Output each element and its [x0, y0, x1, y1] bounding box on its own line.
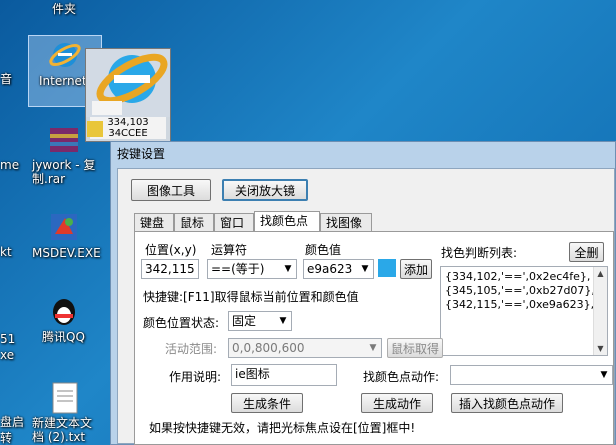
chevron-down-icon: ▼: [279, 316, 287, 326]
operator-select[interactable]: ==(等于) ▼: [207, 259, 297, 279]
text-file-icon: [52, 382, 78, 414]
archive-icon: [50, 128, 78, 152]
find-color-list-label: 找色判断列表:: [441, 246, 518, 260]
chevron-down-icon: ▼: [600, 370, 608, 380]
list-item[interactable]: {334,102,'==',0x2ec4fe},: [445, 270, 603, 284]
desktop-icon-label: jywork - 复 制.rar: [32, 158, 96, 186]
desktop-fragment-label: 盘启: [0, 415, 25, 429]
color-pos-state-select[interactable]: 固定 ▼: [228, 311, 292, 331]
desktop-icon-label: MSDEV.EXE: [32, 246, 101, 260]
desktop-icon-label: 新建文本文 档 (2).txt: [32, 416, 93, 444]
desktop-fragment-label: me: [0, 158, 20, 172]
msdev-exe-icon[interactable]: MSDEV.EXE: [30, 208, 102, 268]
desktop-fragment-label: kt: [0, 245, 12, 259]
list-scrollbar[interactable]: ▲ ▼: [593, 267, 607, 355]
color-pos-state-label: 颜色位置状态:: [143, 316, 220, 330]
msdev-app-icon: [51, 214, 77, 240]
generate-condition-button[interactable]: 生成条件: [231, 393, 303, 413]
desktop-icon-label: 腾讯QQ: [42, 330, 85, 344]
watermark-logo: PHPCMS.CN: [548, 432, 611, 442]
key-settings-window: 按键设置 图像工具 关闭放大镜 键盘 鼠标 窗口 找颜色点 找图像 位置(x,y…: [110, 141, 616, 445]
scroll-down-icon[interactable]: ▼: [594, 342, 607, 355]
find-color-panel: 位置(x,y) 342,115 运算符 ==(等于) ▼ 颜色值 e9a623 …: [134, 231, 614, 445]
window-client: 图像工具 关闭放大镜 键盘 鼠标 窗口 找颜色点 找图像 位置(x,y) 342…: [117, 168, 615, 445]
footer-hint: 如果按快捷键无效，请把光标焦点设在[位置]框中!: [149, 421, 416, 435]
desktop-fragment-label: 音: [0, 72, 13, 86]
desktop-fragment-label: 51: [0, 332, 16, 346]
action-label: 找颜色点动作:: [363, 370, 440, 384]
clear-all-button[interactable]: 全删: [569, 242, 604, 262]
magnifier-color-chip: [87, 121, 103, 137]
insert-find-color-action-button[interactable]: 插入找颜色点动作: [451, 393, 563, 413]
tab-window[interactable]: 窗口: [214, 213, 254, 231]
desktop-fragment-label: 转: [0, 431, 13, 445]
new-text-doc-icon[interactable]: 新建文本文 档 (2).txt: [30, 380, 102, 445]
tab-mouse[interactable]: 鼠标: [174, 213, 214, 231]
image-tool-button[interactable]: 图像工具: [131, 179, 211, 201]
mouse-get-button[interactable]: 鼠标取得: [387, 338, 443, 358]
add-button[interactable]: 添加: [400, 259, 432, 279]
chevron-down-icon: ▼: [369, 343, 377, 353]
position-input[interactable]: 342,115: [141, 259, 199, 279]
scroll-up-icon[interactable]: ▲: [594, 267, 607, 280]
list-item[interactable]: {342,115,'==',0xe9a623},: [445, 298, 603, 312]
description-input[interactable]: ie图标: [231, 364, 337, 386]
tab-find-image[interactable]: 找图像: [320, 213, 372, 231]
desktop-fragment-label: xe: [0, 348, 15, 362]
tab-find-color-point[interactable]: 找颜色点: [254, 211, 320, 232]
qq-icon[interactable]: 腾讯QQ: [30, 292, 102, 352]
chevron-down-icon: ▼: [284, 264, 292, 274]
chevron-down-icon: ▼: [361, 264, 369, 274]
magnified-ie-icon: [86, 49, 170, 117]
color-value-label: 颜色值: [305, 243, 342, 257]
list-item[interactable]: {345,105,'==',0xb27d07},: [445, 284, 603, 298]
hotkey-hint: 快捷键:[F11]取得鼠标当前位置和颜色值: [143, 290, 359, 304]
operator-label: 运算符: [211, 243, 248, 257]
color-value-select[interactable]: e9a623 ▼: [303, 259, 374, 279]
desktop-folder-label: 件夹: [52, 2, 77, 16]
qq-penguin-icon: [53, 299, 75, 325]
color-value-text: e9a623: [307, 262, 353, 276]
position-label: 位置(x,y): [145, 243, 197, 257]
active-range-label: 活动范围:: [165, 342, 218, 356]
ie-logo-icon: [49, 43, 81, 67]
action-select[interactable]: ▼: [450, 365, 613, 385]
active-range-value: 0,0,800,600: [232, 341, 305, 355]
active-range-select[interactable]: 0,0,800,600 ▼: [228, 338, 382, 358]
description-label: 作用说明:: [169, 370, 222, 384]
tab-keyboard[interactable]: 键盘: [134, 213, 174, 231]
find-color-list[interactable]: {334,102,'==',0x2ec4fe}, {345,105,'==',0…: [440, 266, 608, 356]
generate-action-button[interactable]: 生成动作: [361, 393, 433, 413]
magnifier-view: 334,103 34CCEE: [85, 48, 171, 142]
window-title[interactable]: 按键设置: [111, 142, 615, 166]
color-pos-state-value: 固定: [232, 314, 257, 328]
color-swatch: [378, 259, 396, 277]
close-magnifier-button[interactable]: 关闭放大镜: [222, 179, 308, 201]
operator-value: ==(等于): [211, 262, 265, 276]
